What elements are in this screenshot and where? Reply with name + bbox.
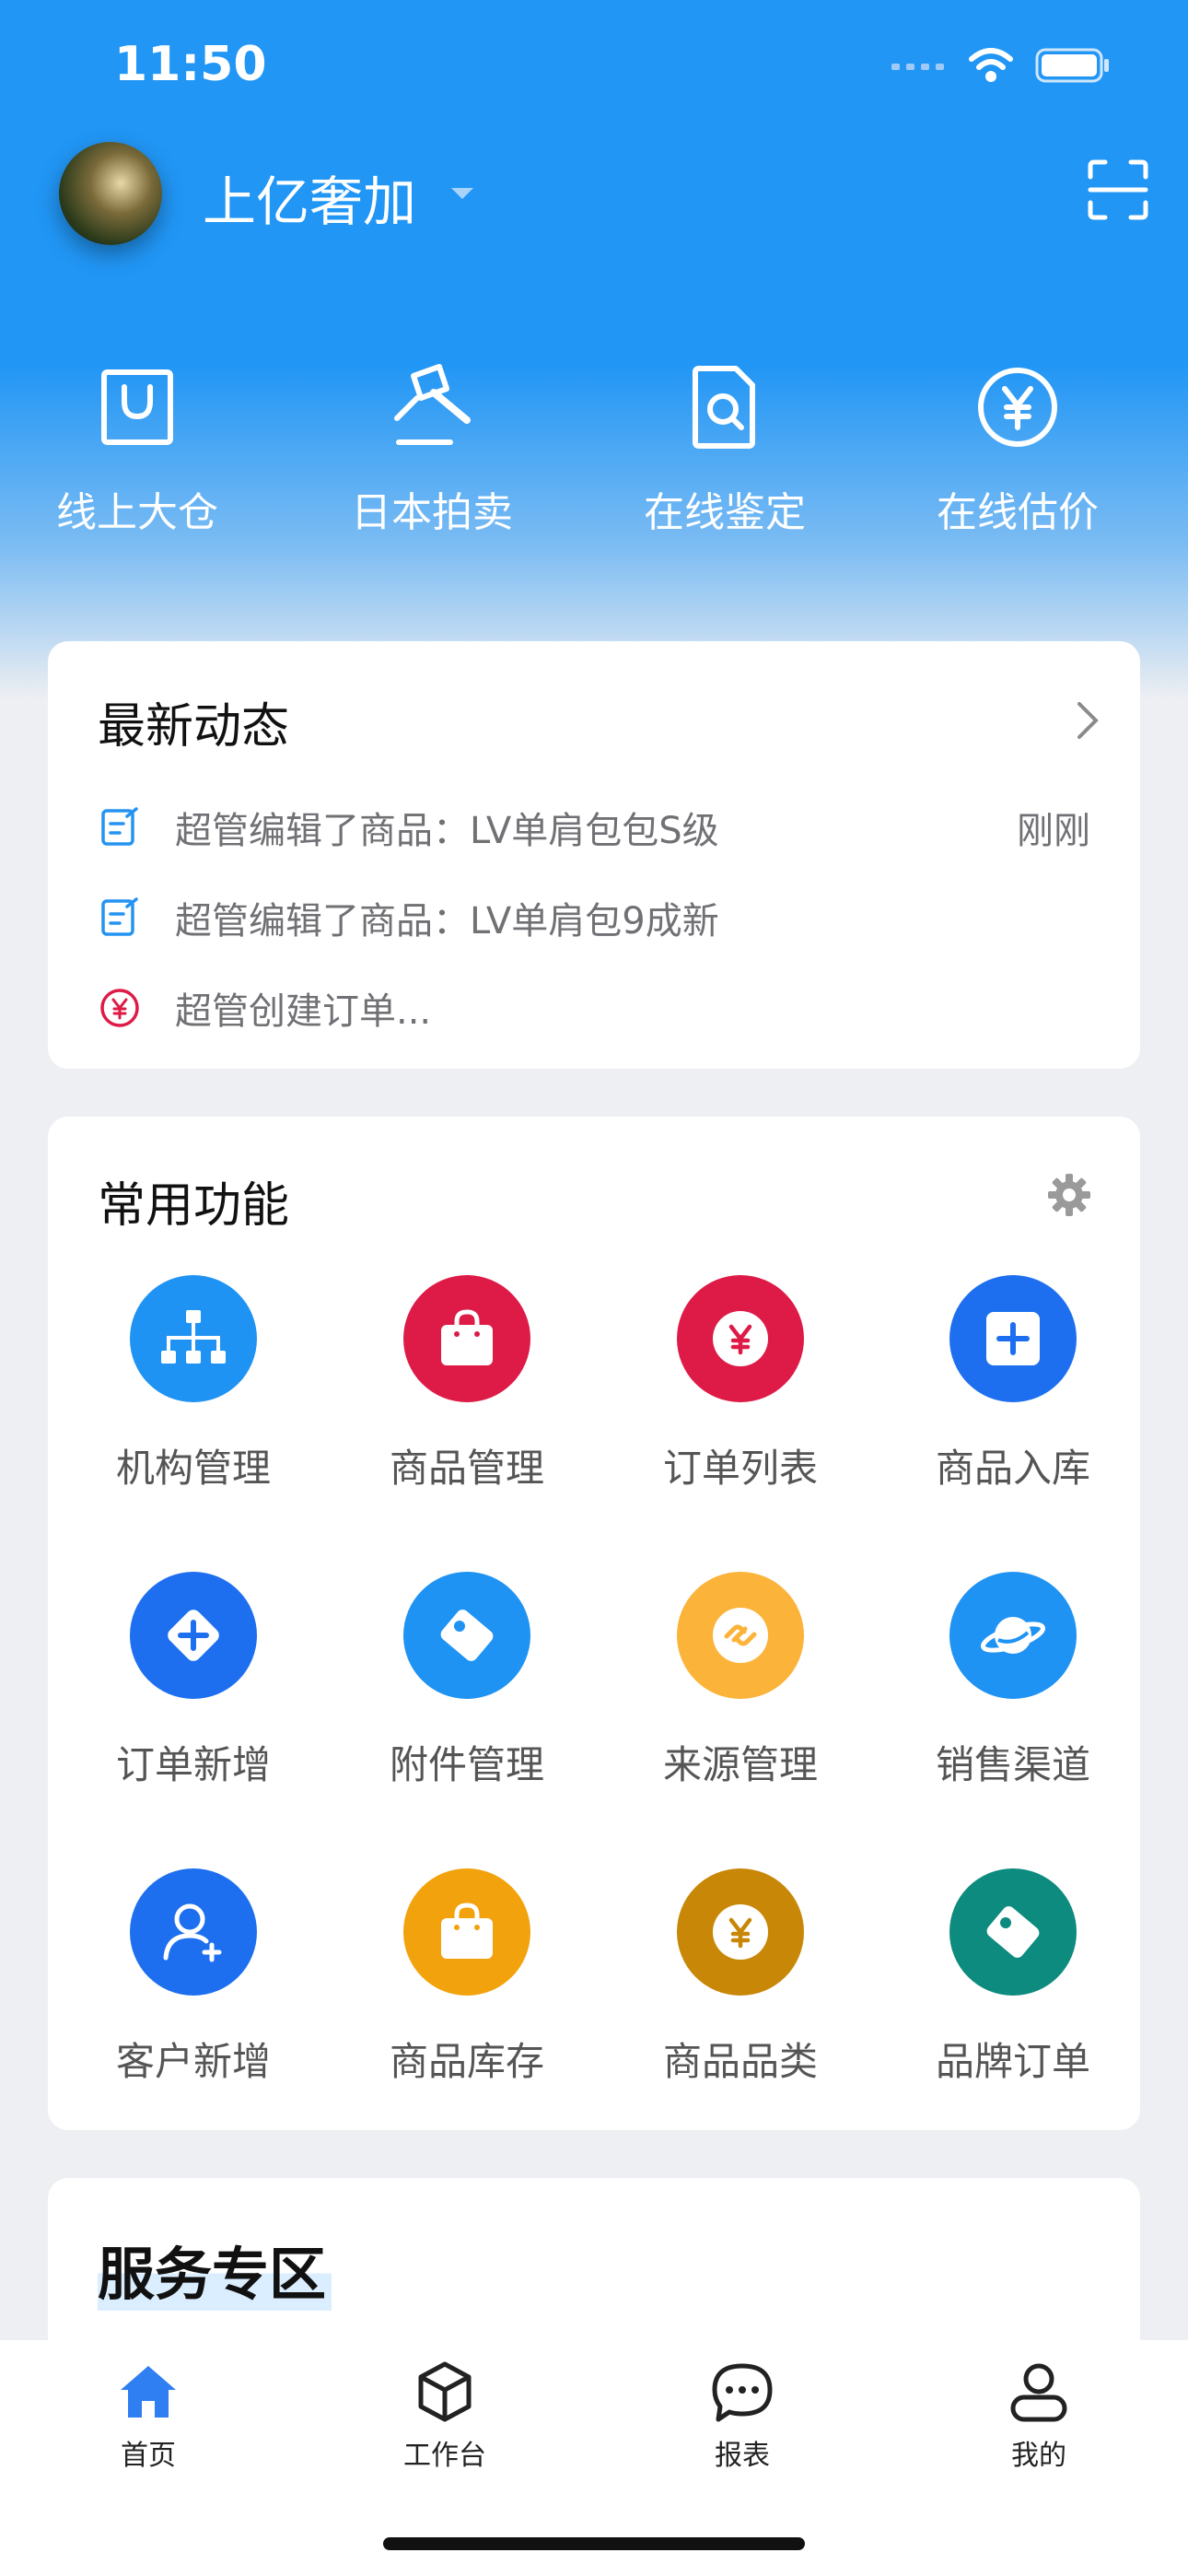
yen-icon [677,1275,804,1402]
shortcut-online-appraisal[interactable]: 在线鉴定 [605,361,844,538]
function-source-management[interactable]: 来源管理 [611,1572,869,1790]
function-order-add[interactable]: 订单新增 [64,1572,322,1790]
wifi-icon [969,48,1013,82]
bag-icon [403,1275,530,1402]
functions-title: 常用功能 [98,1178,290,1234]
cube-icon [418,2361,472,2422]
tag-icon [949,1868,1077,1996]
function-label: 商品品类 [662,2039,818,2084]
function-brand-order[interactable]: 品牌订单 [884,1868,1142,2087]
function-label: 来源管理 [662,1742,818,1787]
news-item[interactable]: 超管创建订单... [99,980,1090,1036]
yen-circle-icon [100,989,139,1027]
function-label: 机构管理 [115,1446,271,1491]
scan-icon[interactable] [1087,158,1149,221]
org-name[interactable]: 上亿奢加 [203,158,416,236]
home-icon [121,2366,176,2418]
chat-icon [712,2363,773,2422]
edit-document-icon [101,807,138,846]
news-title: 最新动态 [98,699,290,755]
news-time: 刚刚 [1017,810,1090,852]
battery-icon [1035,48,1109,83]
tab-workbench[interactable]: 工作台 [353,2359,537,2473]
edit-document-icon [101,897,138,936]
function-product-inventory[interactable]: 商品库存 [338,1868,596,2087]
yen-circle-icon [978,368,1057,447]
tag-icon [403,1572,530,1699]
tab-label: 工作台 [403,2440,486,2472]
org-tree-icon [130,1275,257,1402]
function-label: 品牌订单 [935,2039,1090,2084]
add-box-icon [949,1275,1077,1402]
chevron-right-icon[interactable] [1072,698,1101,743]
function-label: 销售渠道 [935,1742,1090,1787]
status-time: 11:50 [114,37,267,92]
signal-icon [891,64,944,70]
function-order-list[interactable]: 订单列表 [611,1275,869,1493]
home-indicator [383,2537,805,2550]
shopping-bag-icon [101,369,173,445]
yen-icon [677,1868,804,1996]
function-label: 商品管理 [389,1446,544,1491]
link-icon [677,1572,804,1699]
tab-home[interactable]: 首页 [56,2359,240,2473]
shortcut-online-warehouse[interactable]: 线上大仓 [17,361,257,538]
function-label: 订单列表 [662,1446,818,1491]
tab-reports[interactable]: 报表 [650,2359,834,2473]
planet-icon [949,1572,1077,1699]
function-product-category[interactable]: 商品品类 [611,1868,869,2087]
tab-label: 首页 [121,2440,176,2472]
tab-mine[interactable]: 我的 [947,2359,1131,2473]
gear-icon[interactable] [1046,1172,1092,1218]
function-label: 商品入库 [935,1446,1090,1491]
function-product-management[interactable]: 商品管理 [338,1275,596,1493]
add-user-icon [130,1868,257,1996]
function-attachment-management[interactable]: 附件管理 [338,1572,596,1790]
add-diamond-icon [130,1572,257,1699]
shortcut-japan-auction[interactable]: 日本拍卖 [312,361,552,538]
document-search-icon [693,366,755,449]
function-product-stock-in[interactable]: 商品入库 [884,1275,1142,1493]
shortcut-label: 在线鉴定 [644,489,806,536]
function-label: 客户新增 [115,2039,271,2084]
services-title: 服务专区 [98,2228,332,2311]
shortcut-label: 线上大仓 [56,489,218,536]
function-label: 商品库存 [389,2039,544,2084]
tab-label: 报表 [715,2440,770,2472]
gavel-icon [394,364,471,445]
news-text: 超管编辑了商品：LV单肩包包S级 [175,810,719,852]
user-icon [1010,2363,1067,2422]
news-text: 超管编辑了商品：LV单肩包9成新 [175,900,719,943]
news-item[interactable]: 超管编辑了商品：LV单肩包9成新 [99,890,1090,945]
chevron-down-icon[interactable] [451,188,473,199]
shortcut-online-valuation[interactable]: 在线估价 [898,361,1137,538]
header-banner [0,0,1188,700]
function-org-management[interactable]: 机构管理 [64,1275,322,1493]
news-card: 最新动态 超管编辑了商品：LV单肩包包S级 刚刚 超管编辑了商品：LV单肩包9成… [48,641,1140,1069]
news-item[interactable]: 超管编辑了商品：LV单肩包包S级 刚刚 [99,800,1090,855]
bag-icon [403,1868,530,1996]
avatar[interactable] [59,142,162,245]
status-icons [891,48,1111,83]
function-customer-add[interactable]: 客户新增 [64,1868,322,2087]
news-text: 超管创建订单... [175,990,432,1033]
shortcut-label: 日本拍卖 [351,489,513,536]
functions-card: 常用功能 机构管理 商品管理 订单列表 商品入库 订单新增 附件管理 来源管理 … [48,1117,1140,2130]
shortcut-label: 在线估价 [937,489,1099,536]
tab-label: 我的 [1011,2440,1066,2472]
function-label: 订单新增 [115,1742,271,1787]
function-label: 附件管理 [389,1742,544,1787]
function-sales-channel[interactable]: 销售渠道 [884,1572,1142,1790]
